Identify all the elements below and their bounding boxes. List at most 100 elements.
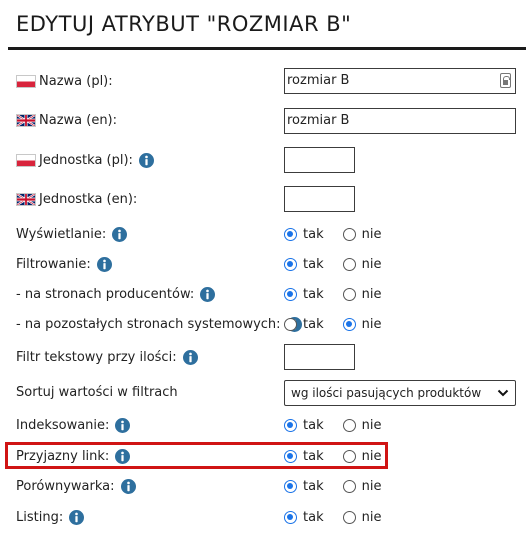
label-text: Filtrowanie: (16, 256, 91, 272)
keyboard-icon[interactable] (500, 73, 511, 88)
filtering-yes-radio[interactable]: tak (284, 257, 324, 272)
info-icon[interactable] (112, 226, 128, 242)
radio-label: tak (303, 478, 324, 494)
unit-en-input[interactable] (284, 186, 355, 212)
label-text: - na pozostałych stronach systemowych: (16, 316, 281, 332)
radio-dot[interactable] (342, 317, 356, 331)
listing-yes-radio[interactable]: tak (284, 510, 324, 525)
radio-dot[interactable] (342, 257, 356, 271)
label-sort-values: Sortuj wartości w filtrach (16, 382, 178, 402)
input-value: rozmiar B (287, 73, 350, 88)
friendly-link-yes-radio[interactable]: tak (284, 449, 324, 464)
text-filter-qty-input[interactable] (284, 344, 355, 370)
comparator-no-radio[interactable]: nie (342, 478, 382, 494)
radio-dot[interactable] (342, 287, 356, 301)
poland-flag-icon (16, 74, 36, 88)
radio-dot[interactable] (284, 449, 297, 463)
unit-pl-input[interactable] (284, 147, 355, 173)
indexing-yes-radio[interactable]: tak (284, 418, 324, 433)
input-value: rozmiar B (287, 113, 350, 128)
label-unit-en: Jednostka (en): (16, 189, 137, 209)
comparator-yes-radio[interactable]: tak (284, 479, 324, 494)
info-icon[interactable] (115, 448, 131, 464)
label-text: Przyjazny link: (16, 448, 110, 464)
select-value: wg ilości pasujących produktów (291, 386, 482, 400)
info-icon[interactable] (115, 417, 131, 433)
radio-label: tak (303, 316, 324, 332)
label-display: Wyświetlanie: (16, 224, 128, 244)
radio-label: tak (303, 286, 324, 302)
label-text: Jednostka (pl): (39, 152, 133, 168)
system-pages-yes-radio[interactable]: tak (284, 317, 324, 332)
producer-pages-no-radio[interactable]: nie (342, 286, 382, 302)
radio-label: nie (361, 226, 382, 242)
sort-values-select[interactable]: wg ilości pasujących produktów (284, 380, 516, 406)
label-name-pl: Nazwa (pl): (16, 71, 113, 91)
radio-dot[interactable] (284, 287, 297, 301)
info-icon[interactable] (96, 256, 112, 272)
indexing-radio-group: tak nie (284, 415, 381, 435)
label-text: Filtr tekstowy przy ilości: (16, 349, 177, 365)
label-filtering: Filtrowanie: (16, 254, 112, 274)
label-text-filter-qty: Filtr tekstowy przy ilości: (16, 347, 198, 367)
title-divider (8, 47, 526, 50)
info-icon[interactable] (138, 152, 154, 168)
radio-label: tak (303, 256, 324, 272)
uk-flag-icon (16, 192, 36, 206)
poland-flag-icon (16, 153, 36, 167)
label-text: Jednostka (en): (39, 191, 138, 207)
radio-label: nie (361, 316, 382, 332)
radio-dot[interactable] (284, 227, 297, 241)
display-no-radio[interactable]: nie (342, 226, 382, 242)
display-yes-radio[interactable]: tak (284, 227, 324, 242)
listing-no-radio[interactable]: nie (342, 509, 382, 525)
label-text: Porównywarka: (16, 478, 115, 494)
label-name-en: Nazwa (en): (16, 110, 117, 130)
radio-dot[interactable] (342, 418, 356, 432)
label-system-pages: - na pozostałych stronach systemowych: (16, 314, 302, 334)
radio-dot[interactable] (342, 227, 356, 241)
radio-dot[interactable] (284, 479, 297, 493)
label-producer-pages: - na stronach producentów: (16, 284, 216, 304)
label-text: Sortuj wartości w filtrach (16, 384, 178, 400)
uk-flag-icon (16, 113, 36, 127)
chevron-down-icon[interactable] (497, 388, 509, 398)
radio-dot[interactable] (284, 418, 297, 432)
radio-dot[interactable] (342, 449, 356, 463)
producer-pages-yes-radio[interactable]: tak (284, 287, 324, 302)
radio-label: tak (303, 509, 324, 525)
label-text: - na stronach producentów: (16, 286, 195, 302)
radio-label: nie (361, 448, 382, 464)
system-pages-radio-group: tak nie (284, 314, 381, 334)
radio-label: tak (303, 448, 324, 464)
label-indexing: Indeksowanie: (16, 415, 131, 435)
friendly-link-no-radio[interactable]: nie (342, 448, 382, 464)
label-text: Indeksowanie: (16, 417, 110, 433)
display-radio-group: tak nie (284, 224, 381, 244)
radio-dot[interactable] (284, 510, 297, 524)
filtering-no-radio[interactable]: nie (342, 256, 382, 272)
radio-label: nie (361, 509, 382, 525)
radio-label: nie (361, 286, 382, 302)
radio-dot[interactable] (342, 510, 356, 524)
radio-label: nie (361, 417, 382, 433)
info-icon[interactable] (69, 509, 85, 525)
label-listing: Listing: (16, 507, 85, 527)
radio-label: nie (361, 478, 382, 494)
producer-pages-radio-group: tak nie (284, 284, 381, 304)
indexing-no-radio[interactable]: nie (342, 417, 382, 433)
label-unit-pl: Jednostka (pl): (16, 150, 154, 170)
info-icon[interactable] (182, 349, 198, 365)
radio-dot[interactable] (342, 479, 356, 493)
info-icon[interactable] (200, 286, 216, 302)
name-en-input[interactable]: rozmiar B (284, 108, 516, 134)
label-comparator: Porównywarka: (16, 476, 136, 496)
label-text: Wyświetlanie: (16, 226, 107, 242)
radio-dot[interactable] (284, 257, 297, 271)
system-pages-no-radio[interactable]: nie (342, 316, 382, 332)
radio-label: nie (361, 256, 382, 272)
name-pl-input[interactable]: rozmiar B (284, 68, 516, 94)
label-text: Nazwa (pl): (39, 73, 113, 89)
radio-dot[interactable] (284, 317, 297, 331)
info-icon[interactable] (120, 478, 136, 494)
